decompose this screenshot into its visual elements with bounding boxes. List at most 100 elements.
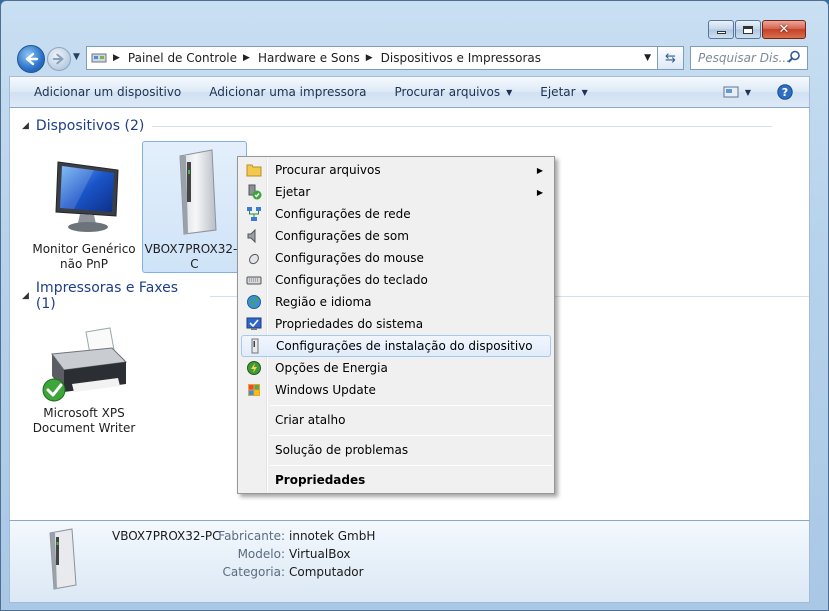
collapse-triangle-icon[interactable]: ◢	[22, 291, 29, 301]
minimize-icon	[716, 31, 726, 34]
menu-separator	[270, 465, 552, 466]
device-name-line2: C	[190, 257, 199, 271]
submenu-arrow-icon: ▶	[536, 187, 543, 197]
address-dropdown-icon[interactable]: ▼	[644, 53, 651, 63]
view-options-button[interactable]: ▼	[715, 77, 759, 107]
menu-separator	[270, 405, 552, 406]
menu-item-region-language[interactable]: Região e idioma	[241, 291, 551, 313]
browse-files-button[interactable]: Procurar arquivos ▼	[381, 77, 527, 107]
refresh-button[interactable]: ⇆	[658, 46, 684, 70]
help-icon: ?	[777, 84, 793, 100]
control-panel-icon	[91, 50, 107, 66]
search-input[interactable]: Pesquisar Dis...	[690, 46, 808, 70]
recent-pages-dropdown[interactable]: ▼	[73, 52, 80, 62]
details-pane: VBOX7PROX32-PC Fabricante: innotek GmbH …	[9, 520, 810, 603]
menu-item-label: Solução de problemas	[275, 443, 409, 457]
help-button[interactable]: ?	[759, 77, 809, 107]
menu-item-windows-update[interactable]: Windows Update	[241, 379, 551, 401]
add-device-label: Adicionar um dispositivo	[34, 85, 182, 99]
menu-item-device-installation-settings[interactable]: Configurações de instalação do dispositi…	[241, 335, 551, 357]
system-icon	[241, 316, 267, 332]
menu-item-system-properties[interactable]: Propriedades do sistema	[241, 313, 551, 335]
computer-tower-icon	[178, 149, 217, 235]
breadcrumb-separator-icon[interactable]: ▶	[113, 53, 120, 63]
minimize-button[interactable]	[708, 20, 734, 39]
submenu-arrow-icon: ▶	[536, 165, 543, 175]
printer-icon	[42, 327, 128, 402]
device-name-line1: Monitor Genérico	[32, 242, 136, 256]
eject-label: Ejetar	[540, 85, 576, 99]
device-monitor[interactable]: Monitor Genérico não PnP	[28, 156, 140, 272]
category-value: Computador	[289, 565, 364, 579]
add-device-button[interactable]: Adicionar um dispositivo	[10, 77, 195, 107]
menu-item-label: Configurações de instalação do dispositi…	[276, 339, 533, 353]
maximize-button[interactable]	[735, 20, 761, 39]
menu-item-eject[interactable]: Ejetar ▶	[241, 181, 551, 203]
toolbar-right: ▼ ?	[715, 77, 809, 107]
add-printer-button[interactable]: Adicionar uma impressora	[195, 77, 380, 107]
menu-item-browse-files[interactable]: Procurar arquivos ▶	[241, 159, 551, 181]
keyboard-icon	[241, 272, 267, 288]
breadcrumb-devices-printers[interactable]: Dispositivos e Impressoras	[381, 51, 541, 65]
menu-item-properties[interactable]: Propriedades	[241, 469, 551, 491]
address-bar[interactable]: ▶ Painel de Controle ▶ Hardware e Sons ▶…	[86, 46, 658, 70]
category-label: Categoria:	[222, 565, 285, 579]
breadcrumb-separator-icon[interactable]: ▶	[366, 53, 373, 63]
printer-xps[interactable]: Microsoft XPS Document Writer	[28, 326, 140, 436]
menu-item-create-shortcut[interactable]: Criar atalho	[241, 409, 551, 431]
printer-name-line2: Document Writer	[32, 421, 136, 435]
close-button[interactable]: ✕	[762, 20, 806, 39]
menu-item-label: Criar atalho	[275, 413, 346, 427]
chevron-down-icon: ▼	[506, 87, 513, 97]
menu-item-power-options[interactable]: Opções de Energia	[241, 357, 551, 379]
search-placeholder: Pesquisar Dis...	[698, 51, 791, 65]
add-printer-label: Adicionar uma impressora	[209, 85, 367, 99]
menu-item-troubleshoot[interactable]: Solução de problemas	[241, 439, 551, 461]
computer-tower-icon	[49, 528, 77, 590]
menu-item-network-settings[interactable]: Configurações de rede	[241, 203, 551, 225]
devices-group-title: Dispositivos (2)	[35, 118, 145, 134]
menu-item-label: Propriedades do sistema	[275, 317, 424, 331]
menu-item-label: Windows Update	[275, 383, 376, 397]
group-divider	[152, 125, 773, 127]
printer-name-line1: Microsoft XPS	[43, 406, 125, 420]
breadcrumb-control-panel[interactable]: Painel de Controle	[128, 51, 237, 65]
breadcrumb-hardware-sound[interactable]: Hardware e Sons	[258, 51, 360, 65]
model-label: Modelo:	[237, 547, 285, 561]
menu-separator	[270, 435, 552, 436]
globe-icon	[241, 294, 267, 310]
menu-item-label: Procurar arquivos	[275, 163, 381, 177]
menu-item-label: Propriedades	[275, 473, 366, 487]
forward-button[interactable]	[47, 47, 71, 71]
chevron-down-icon: ▼	[744, 87, 751, 97]
manufacturer-label: Fabricante:	[218, 529, 285, 543]
speaker-icon	[241, 228, 267, 244]
update-icon	[241, 382, 267, 398]
collapse-triangle-icon[interactable]: ◢	[22, 121, 29, 131]
search-icon[interactable]	[787, 50, 801, 67]
monitor-icon	[55, 161, 119, 232]
device-name-line2: não PnP	[60, 257, 108, 271]
browse-files-label: Procurar arquivos	[394, 85, 501, 99]
breadcrumb-separator-icon[interactable]: ▶	[243, 53, 250, 63]
menu-item-label: Configurações de rede	[275, 207, 411, 221]
eject-button[interactable]: Ejetar ▼	[526, 77, 601, 107]
menu-item-label: Região e idioma	[275, 295, 372, 309]
menu-item-sound-settings[interactable]: Configurações de som	[241, 225, 551, 247]
device-name-line1: VBOX7PROX32-P	[144, 242, 245, 256]
explorer-window: ✕ ▼ ▶ Painel de Controle ▶ Hardware e So…	[0, 0, 829, 611]
caption-buttons: ✕	[708, 20, 806, 39]
menu-item-label: Configurações do mouse	[275, 251, 424, 265]
menu-item-keyboard-settings[interactable]: Configurações do teclado	[241, 269, 551, 291]
svg-text:?: ?	[782, 86, 788, 99]
arrow-left-icon	[25, 52, 39, 66]
back-button[interactable]	[17, 45, 45, 73]
menu-item-label: Ejetar	[275, 185, 311, 199]
model-value: VirtualBox	[289, 547, 351, 561]
devices-group-header[interactable]: ◢ Dispositivos (2)	[22, 118, 773, 134]
device-computer-selected[interactable]: VBOX7PROX32-P C	[142, 141, 247, 273]
power-icon	[241, 360, 267, 376]
close-icon: ✕	[778, 22, 790, 37]
menu-item-mouse-settings[interactable]: Configurações do mouse	[241, 247, 551, 269]
device-icon	[242, 338, 268, 354]
